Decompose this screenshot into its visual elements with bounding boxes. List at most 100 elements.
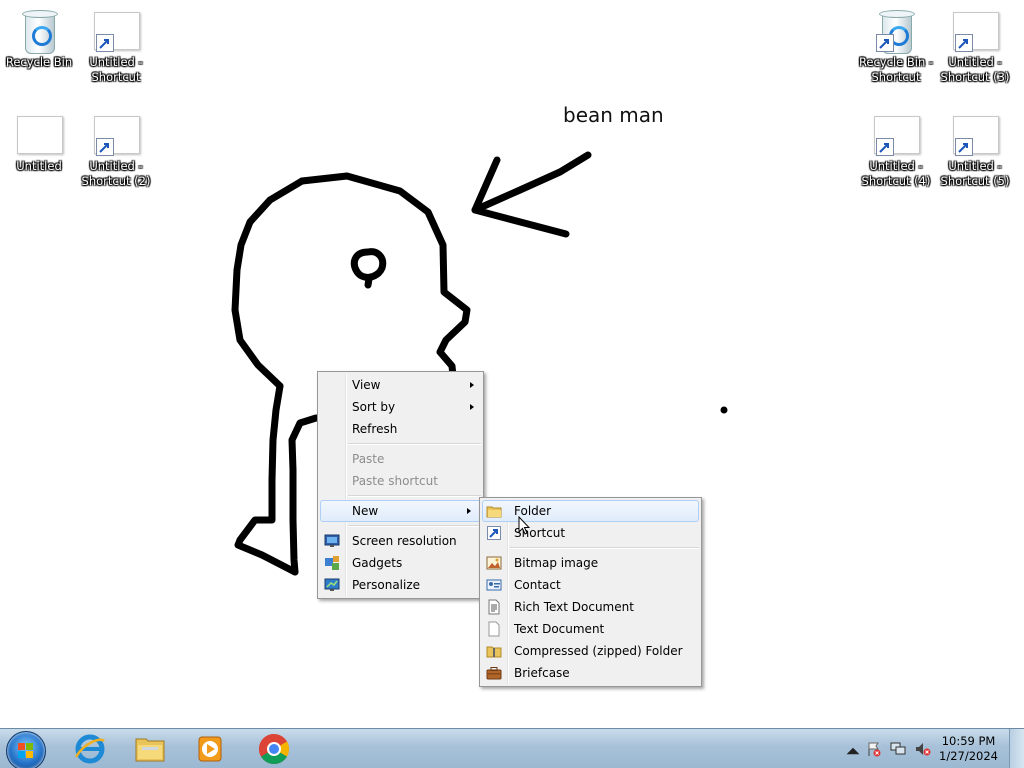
menu-item-screen-resolution[interactable]: Screen resolution [318,530,483,552]
shortcut-overlay-icon [955,138,973,156]
untitled-shortcut-3-desktop-icon[interactable]: Untitled - Shortcut (3) [937,4,1013,84]
personalize-icon [324,578,340,591]
shortcut-overlay-icon [955,34,973,52]
paint-image-icon [15,114,63,162]
menu-item-label: Text Document [514,622,605,636]
menu-item-new-briefcase[interactable]: Briefcase [480,662,701,684]
taskbar-internet-explorer[interactable] [62,731,118,767]
system-clock[interactable]: 10:59 PM 1/27/2024 [939,734,998,764]
paint-image-icon [951,114,999,162]
submenu-arrow-icon [470,404,474,410]
recycle-bin-desktop-icon[interactable]: Recycle Bin [1,4,77,84]
rich-text-icon [488,599,500,615]
zip-folder-icon [486,646,502,658]
shortcut-overlay-icon [96,138,114,156]
bean-man-head-left [231,177,306,390]
clock-time: 10:59 PM [941,734,996,748]
paint-image-icon [872,114,920,162]
paint-image-icon [92,114,140,162]
shortcut-icon [487,526,501,540]
text-document-icon [488,621,500,637]
menu-item-label: Personalize [352,578,421,592]
menu-separator [348,443,481,445]
menu-item-new-folder[interactable]: Folder [482,500,699,522]
menu-item-label: Paste [352,452,385,466]
desktop-icon-label: Untitled - Shortcut (2) [81,159,151,188]
menu-item-new-rich-text[interactable]: Rich Text Document [480,596,701,618]
menu-item-label: Sort by [352,400,396,414]
menu-item-new-bitmap[interactable]: Bitmap image [480,552,701,574]
menu-item-label: Paste shortcut [352,474,438,488]
recycle-bin-icon [872,10,920,58]
untitled-shortcut-4-desktop-icon[interactable]: Untitled - Shortcut (4) [858,108,934,188]
shortcut-overlay-icon [96,34,114,52]
menu-separator [510,547,699,549]
menu-item-personalize[interactable]: Personalize [318,574,483,596]
bitmap-icon [486,556,502,570]
chrome-icon [258,734,290,765]
menu-item-new-contact[interactable]: Contact [480,574,701,596]
menu-item-label: Refresh [352,422,398,436]
menu-item-paste[interactable]: Paste [318,448,483,470]
media-player-icon [198,736,222,762]
contact-icon [486,579,502,591]
menu-item-label: New [352,504,379,518]
clock-date: 1/27/2024 [939,749,998,763]
recycle-bin-icon [15,10,63,58]
menu-item-new-shortcut[interactable]: Shortcut [480,522,701,544]
desktop-icon-label: Recycle Bin - Shortcut [858,55,934,84]
mouse-cursor-icon [518,516,530,535]
new-submenu: Folder Shortcut Bitmap image Contact Ric… [479,497,702,687]
menu-separator [348,525,481,527]
volume-muted-icon[interactable] [915,741,931,757]
menu-item-label: Screen resolution [352,534,457,548]
shortcut-overlay-icon [876,138,894,156]
recycle-bin-shortcut-desktop-icon[interactable]: Recycle Bin - Shortcut [858,4,934,84]
menu-item-new-zip-folder[interactable]: Compressed (zipped) Folder [480,640,701,662]
menu-item-sort-by[interactable]: Sort by [318,396,483,418]
taskbar-windows-explorer[interactable] [122,731,178,767]
taskbar-media-player[interactable] [182,731,238,767]
untitled-shortcut-5-desktop-icon[interactable]: Untitled - Shortcut (5) [937,108,1013,188]
menu-item-gadgets[interactable]: Gadgets [318,552,483,574]
start-button[interactable] [6,731,46,768]
windows-logo-icon [18,743,33,758]
menu-item-label: Rich Text Document [514,600,634,614]
show-desktop-button[interactable] [1009,729,1024,768]
menu-item-paste-shortcut[interactable]: Paste shortcut [318,470,483,492]
paint-image-icon [92,10,140,58]
action-center-flag-icon[interactable] [866,741,882,757]
network-icon[interactable] [890,741,906,757]
menu-item-label: Contact [514,578,561,592]
menu-item-label: Compressed (zipped) Folder [514,644,683,658]
wallpaper-caption: bean man [563,103,664,127]
menu-item-label: Bitmap image [514,556,599,570]
menu-item-refresh[interactable]: Refresh [318,418,483,440]
gadgets-icon [325,556,339,570]
untitled-shortcut-desktop-icon[interactable]: Untitled - Shortcut [78,4,154,84]
submenu-arrow-icon [467,508,471,514]
desktop-icon-label: Untitled - Shortcut [89,55,143,84]
show-hidden-icons-icon[interactable] [845,743,861,759]
bean-man-head-outline [298,172,471,380]
internet-explorer-icon [74,734,105,764]
windows-explorer-icon [135,738,165,762]
shortcut-overlay-icon [876,34,894,52]
desktop-icon-label: Untitled - Shortcut (5) [940,159,1010,188]
desktop-icon-label: Untitled - Shortcut (3) [940,55,1010,84]
briefcase-icon [486,667,502,680]
arrow-head [471,156,570,238]
desktop-icon-label: Untitled - Shortcut (4) [861,159,931,188]
taskbar-google-chrome[interactable] [246,731,302,767]
untitled-shortcut-2-desktop-icon[interactable]: Untitled - Shortcut (2) [78,108,154,188]
menu-item-label: View [352,378,381,392]
bean-man-body-inner [288,414,320,576]
menu-item-view[interactable]: View [318,374,483,396]
menu-item-new[interactable]: New [320,500,481,522]
submenu-arrow-icon [470,382,474,388]
taskbar: 10:59 PM 1/27/2024 [0,728,1024,768]
untitled-desktop-icon[interactable]: Untitled [1,108,77,188]
paint-image-icon [951,10,999,58]
menu-item-new-text-document[interactable]: Text Document [480,618,701,640]
bean-man-body-left [234,382,299,576]
